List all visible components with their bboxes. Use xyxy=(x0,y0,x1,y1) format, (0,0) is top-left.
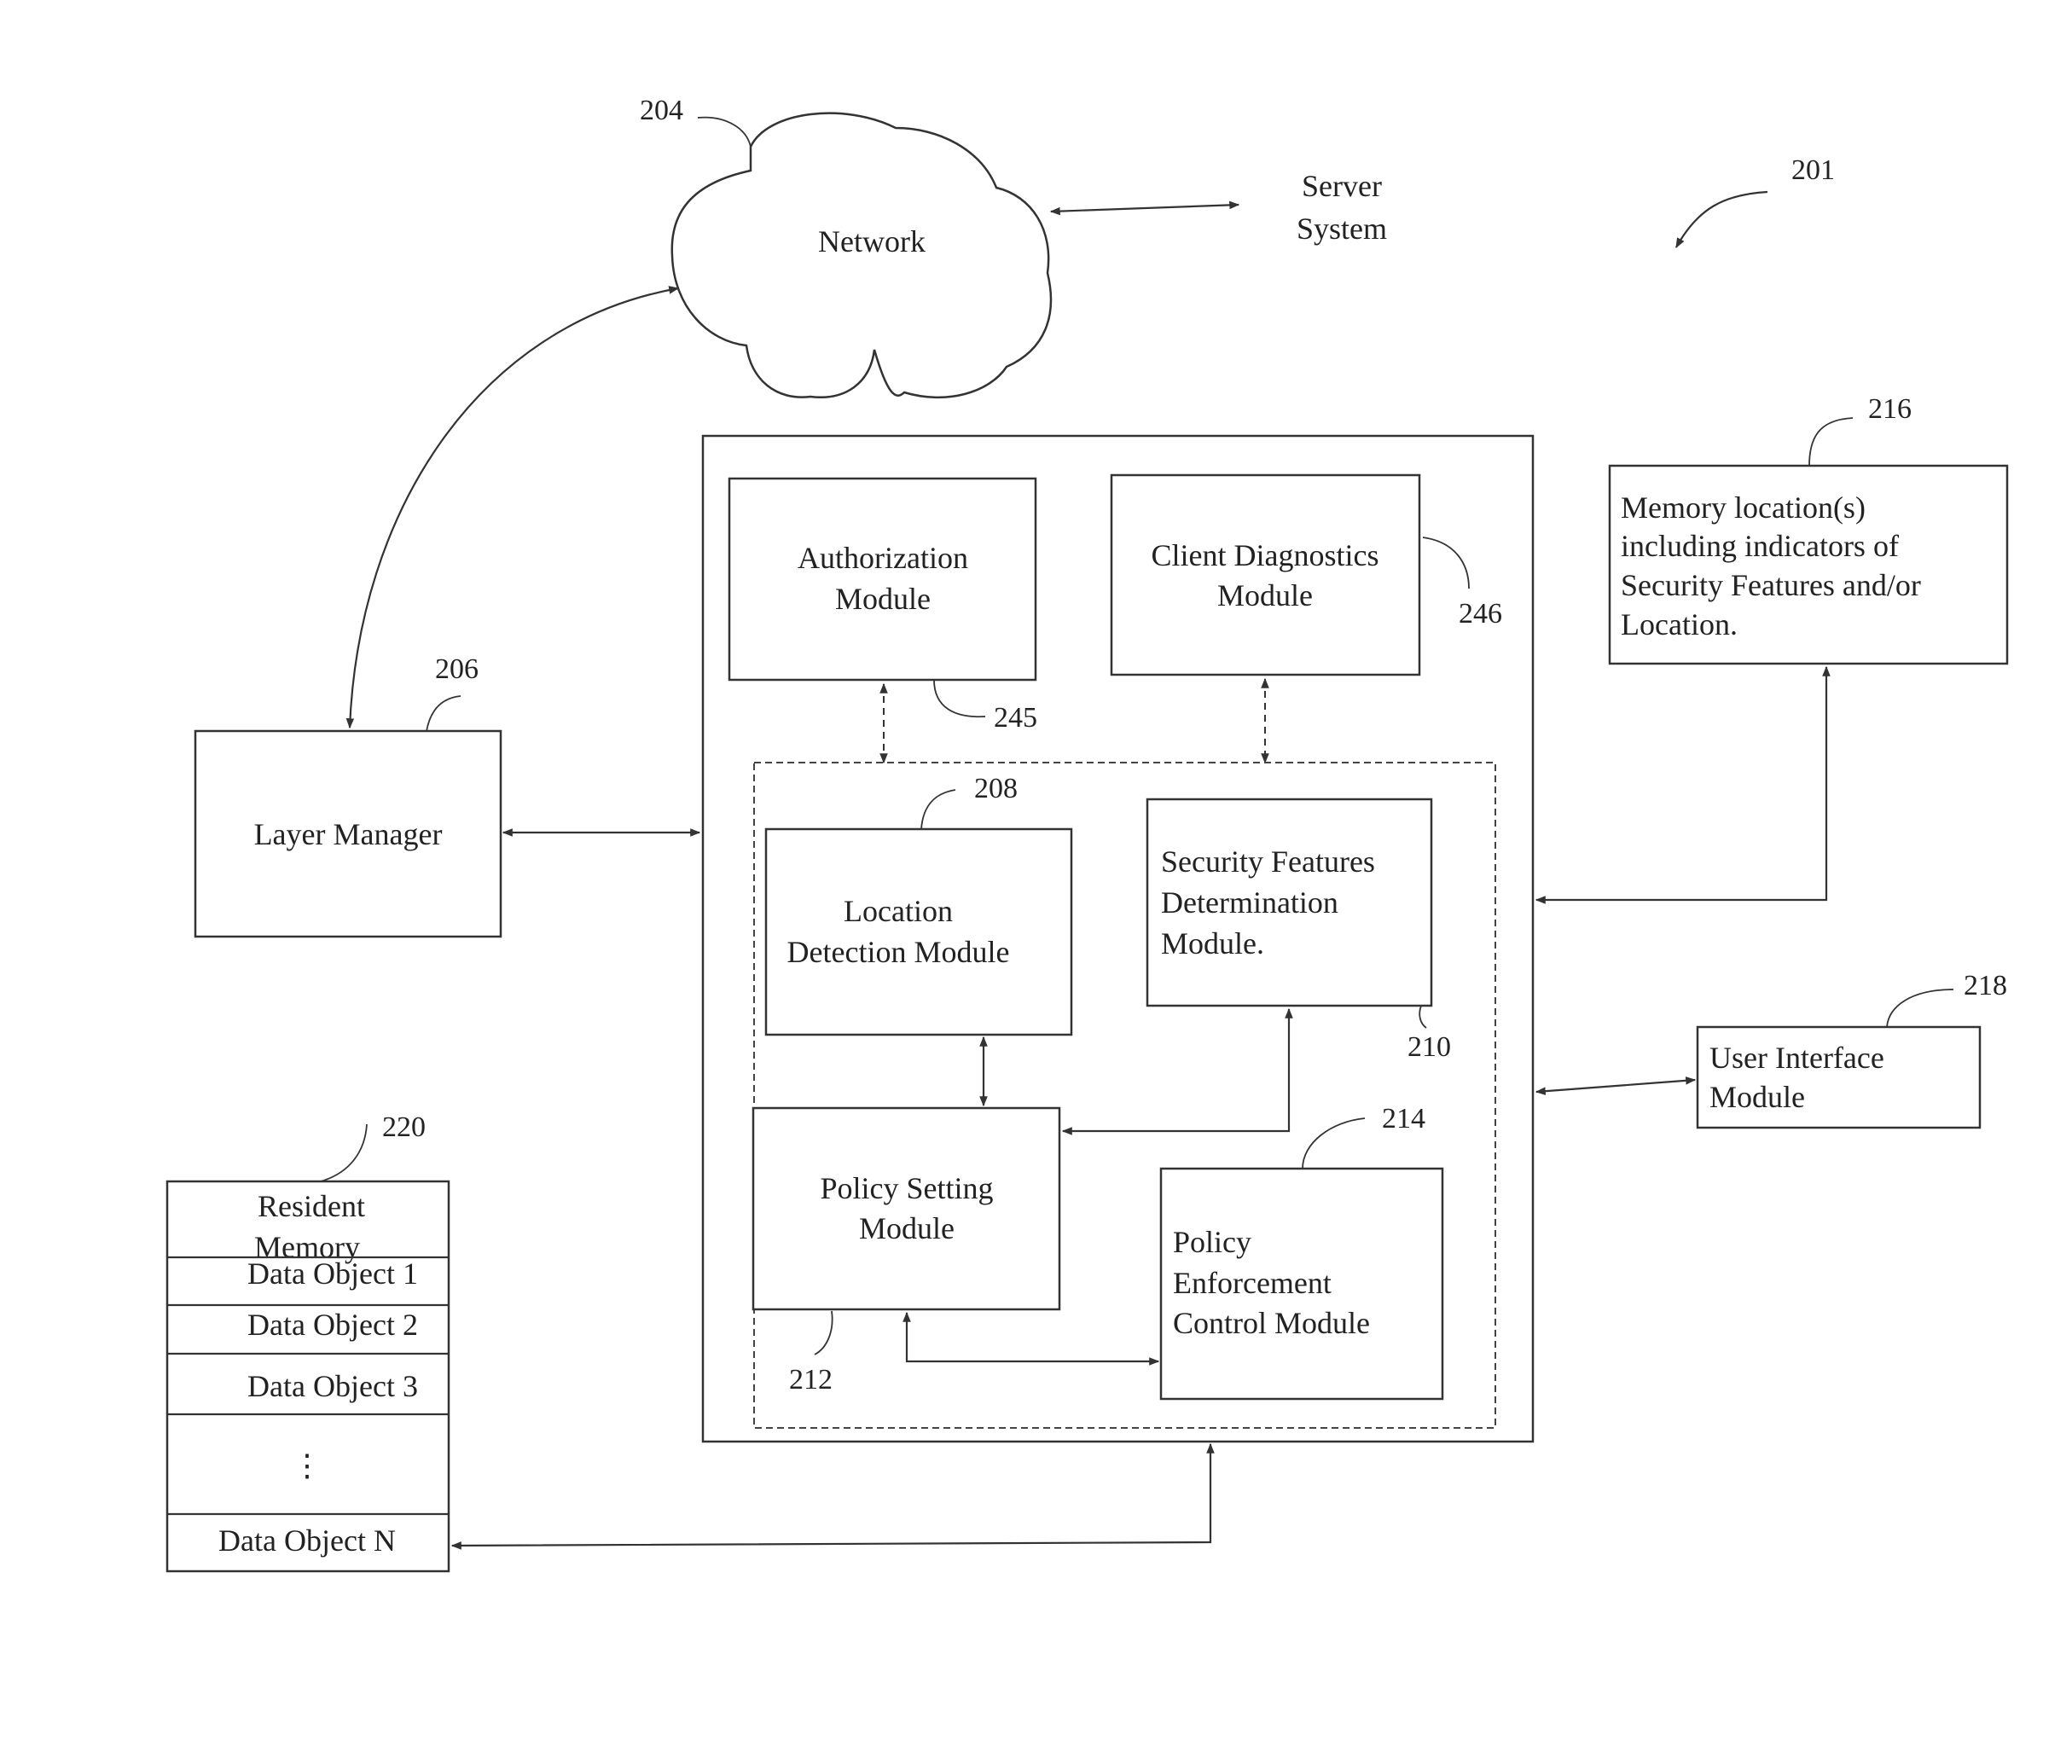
security-features-line-3: Module. xyxy=(1161,926,1264,960)
authorization-module-line-1: Authorization xyxy=(798,541,968,575)
leader-220 xyxy=(320,1123,368,1182)
memory-locations-connector xyxy=(1535,665,1831,904)
server-system-line-1: Server xyxy=(1302,169,1382,203)
location-detection-line-1: Location xyxy=(844,894,953,928)
network-label: Network xyxy=(818,224,926,258)
layer-manager-box: Layer Manager 206 xyxy=(194,653,502,938)
ref-arrow-201 xyxy=(1675,190,1768,249)
ref-label-201: 201 xyxy=(1791,154,1835,186)
client-diagnostics-line-1: Client Diagnostics xyxy=(1152,538,1379,572)
memory-locations-box: Memory location(s) including indicators … xyxy=(1608,393,2009,665)
leader-216 xyxy=(1808,417,1854,467)
leader-218 xyxy=(1886,989,1954,1028)
user-interface-line-2: Module xyxy=(1709,1080,1805,1114)
resident-memory-connector xyxy=(450,1442,1215,1550)
memory-locations-line-1: Memory location(s) xyxy=(1621,490,1866,525)
data-object-row: Data Object 1 xyxy=(247,1256,418,1291)
authorization-module-line-2: Module xyxy=(835,582,931,616)
ref-label-246: 246 xyxy=(1459,598,1502,630)
policy-enforcement-line-3: Control Module xyxy=(1173,1306,1370,1340)
data-object-row: Data Object N xyxy=(218,1523,396,1558)
ref-label-220: 220 xyxy=(382,1111,426,1143)
policy-setting-line-1: Policy Setting xyxy=(820,1171,993,1205)
user-interface-connector xyxy=(1535,1076,1697,1095)
diagram-canvas: 201 Network 204 Server System Layer Mana… xyxy=(165,95,2009,1573)
memory-locations-line-2: including indicators of xyxy=(1621,529,1899,563)
leader-204 xyxy=(697,116,752,148)
layer-manager-label: Layer Manager xyxy=(254,817,443,851)
network-server-connector xyxy=(1049,200,1240,216)
memory-locations-line-3: Security Features and/or xyxy=(1621,568,1921,602)
location-detection-line-2: Detection Module xyxy=(787,935,1010,969)
ref-label-216: 216 xyxy=(1868,393,1912,425)
ref-label-204: 204 xyxy=(640,95,683,126)
client-diagnostics-line-2: Module xyxy=(1217,578,1313,612)
policy-setting-rect xyxy=(752,1106,1061,1311)
security-features-line-1: Security Features xyxy=(1161,844,1375,879)
ref-label-208: 208 xyxy=(974,773,1018,804)
user-interface-line-1: User Interface xyxy=(1709,1041,1884,1075)
network-layer-manager-connector xyxy=(345,286,680,729)
ref-label-210: 210 xyxy=(1407,1031,1451,1063)
location-detection-rect xyxy=(764,827,1073,1036)
client-diagnostics-rect xyxy=(1110,473,1421,676)
server-system: Server System xyxy=(1297,169,1387,246)
ref-label-245: 245 xyxy=(994,702,1037,734)
ref-label-214: 214 xyxy=(1382,1103,1425,1134)
leader-206 xyxy=(426,695,461,732)
data-object-row: Data Object 2 xyxy=(247,1308,418,1342)
security-features-line-2: Determination xyxy=(1161,885,1338,920)
network-cloud: Network 204 xyxy=(640,95,1053,399)
resident-memory-box: Resident Memory Data Object 1 Data Objec… xyxy=(165,1111,450,1573)
user-interface-module: User Interface Module 218 xyxy=(1696,970,2007,1129)
policy-enforcement-line-1: Policy xyxy=(1173,1225,1251,1259)
ref-label-212: 212 xyxy=(789,1364,833,1396)
authorization-module-rect xyxy=(728,477,1037,682)
server-system-line-2: System xyxy=(1297,212,1387,246)
policy-enforcement-line-2: Enforcement xyxy=(1173,1266,1332,1300)
memory-locations-line-4: Location. xyxy=(1621,607,1738,641)
ellipsis-row: ⋮ xyxy=(292,1448,322,1483)
ref-label-218: 218 xyxy=(1964,970,2007,1001)
data-object-row: Data Object 3 xyxy=(247,1369,418,1403)
resident-memory-line-1: Resident xyxy=(258,1189,365,1223)
ref-label-206: 206 xyxy=(435,653,479,685)
policy-setting-line-2: Module xyxy=(859,1211,955,1245)
figure-ref-201: 201 xyxy=(1675,154,1835,249)
